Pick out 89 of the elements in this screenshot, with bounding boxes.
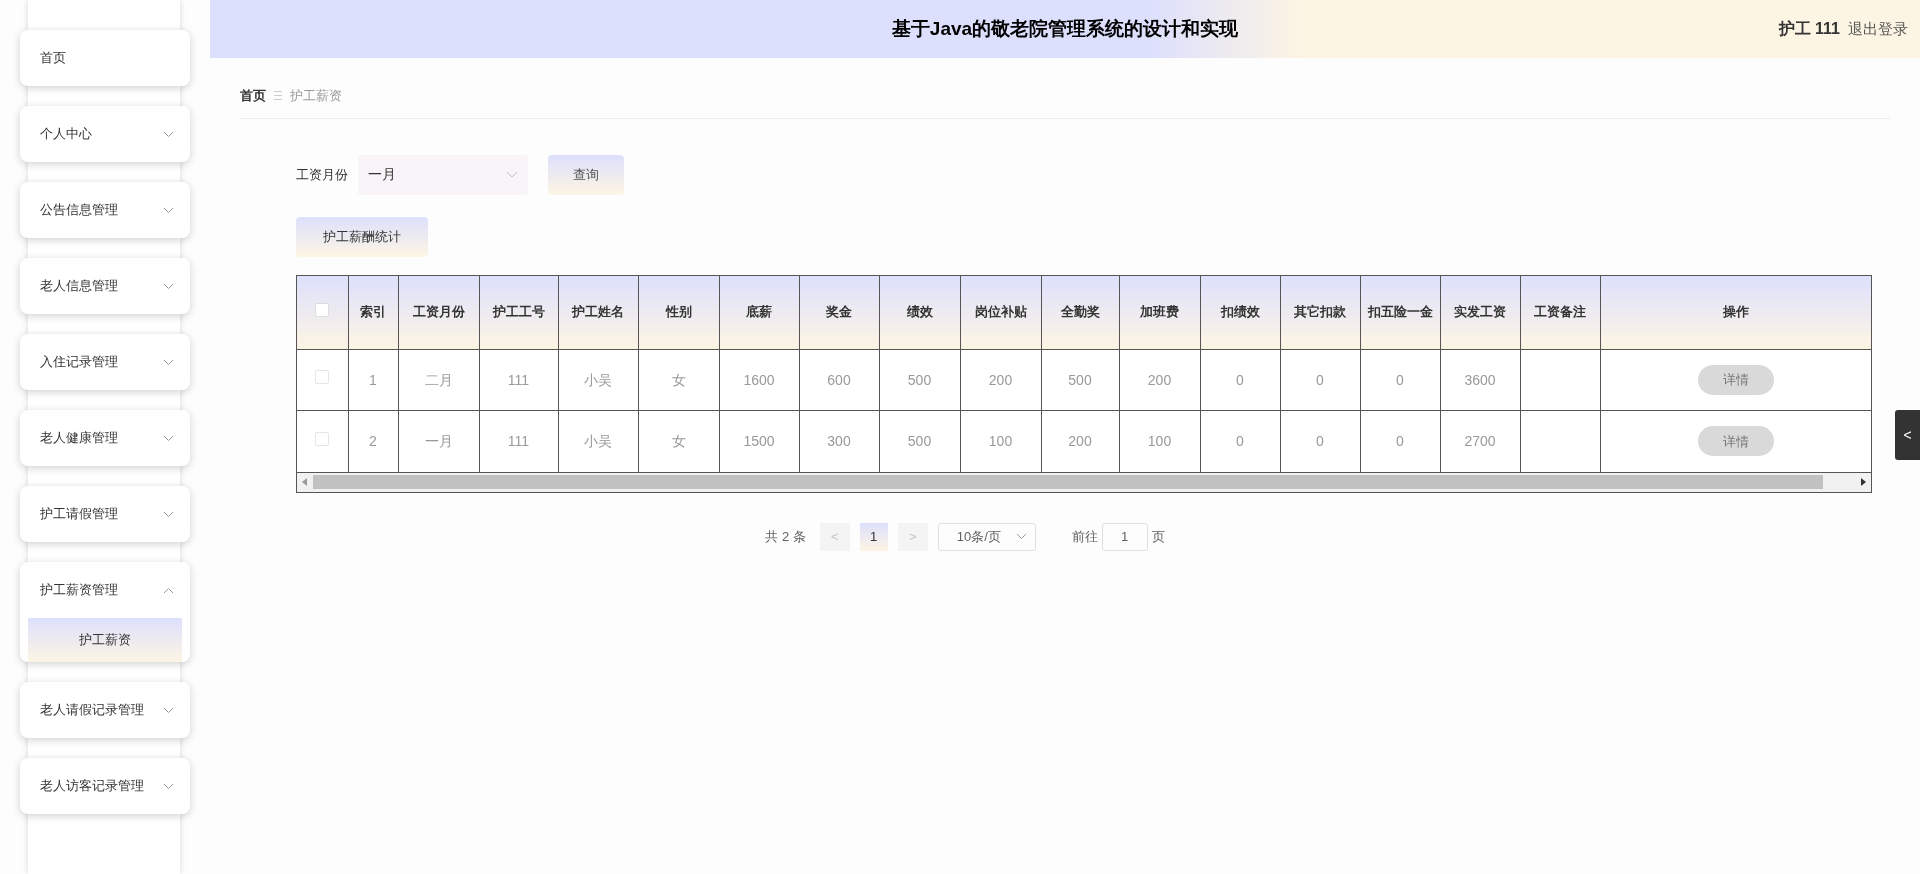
table-cell: 200 bbox=[1068, 432, 1092, 449]
goto-label: 前往 bbox=[1071, 527, 1098, 546]
chevron-down-icon bbox=[163, 782, 174, 790]
checkbox[interactable] bbox=[315, 370, 330, 385]
chevron-up-icon bbox=[163, 586, 174, 594]
chevron-down-icon bbox=[163, 510, 174, 518]
table-cell: 500 bbox=[907, 371, 932, 388]
column-header: 实发工资 bbox=[1440, 275, 1520, 350]
search-button[interactable]: 查询 bbox=[548, 154, 624, 195]
table-cell: 0 bbox=[1396, 371, 1404, 388]
menu-item[interactable]: 公告信息管理 bbox=[20, 182, 190, 238]
user-name: 护工 111 bbox=[1778, 19, 1840, 39]
table-cell: 1600 bbox=[743, 371, 775, 388]
month-select[interactable]: 一月 bbox=[358, 154, 528, 195]
table-cell: 小吴 bbox=[584, 371, 612, 388]
table-cell: 一月 bbox=[424, 432, 453, 449]
table-cell: 3600 bbox=[1464, 371, 1496, 388]
app-title: 基于Java的敬老院管理系统的设计和实现 bbox=[891, 16, 1239, 41]
statistics-button[interactable]: 护工薪酬统计 bbox=[296, 216, 428, 257]
chevron-down-icon bbox=[163, 358, 174, 366]
separator-icon bbox=[274, 91, 282, 101]
table-cell: 女 bbox=[671, 371, 686, 388]
table-cell: 女 bbox=[671, 432, 686, 449]
table-cell: 2 bbox=[369, 432, 377, 449]
table-cell: 100 bbox=[988, 432, 1013, 449]
table-cell: 111 bbox=[507, 432, 530, 449]
menu-item[interactable]: 老人健康管理 bbox=[20, 410, 190, 466]
table-cell: 300 bbox=[827, 432, 851, 449]
horizontal-scrollbar[interactable] bbox=[297, 471, 1871, 492]
table-cell: 200 bbox=[1147, 371, 1172, 388]
chevron-down-icon bbox=[506, 170, 518, 179]
table-cell: 200 bbox=[988, 371, 1013, 388]
page-button[interactable]: 1 bbox=[859, 522, 888, 551]
page-number-field[interactable]: 1 bbox=[1101, 522, 1148, 551]
menu-item[interactable]: 老人请假记录管理 bbox=[20, 682, 190, 738]
column-header: 扣绩效 bbox=[1200, 275, 1280, 350]
column-header: 护工工号 bbox=[479, 275, 558, 350]
total-count: 共 2 条 bbox=[765, 527, 806, 546]
chevron-down-icon bbox=[163, 282, 174, 290]
filter-label: 工资月份 bbox=[296, 165, 348, 184]
menu-item[interactable]: 入住记录管理 bbox=[20, 334, 190, 390]
column-header: 索引 bbox=[348, 275, 398, 350]
table-cell: 0 bbox=[1396, 432, 1404, 449]
column-header: 护工姓名 bbox=[558, 275, 638, 350]
column-header: 性别 bbox=[638, 275, 719, 350]
table-cell: 0 bbox=[1316, 432, 1324, 449]
table-cell: 2700 bbox=[1464, 432, 1496, 449]
table-cell: 0 bbox=[1236, 371, 1244, 388]
table-cell: 1 bbox=[369, 371, 377, 388]
menu-item[interactable]: 护工请假管理 bbox=[20, 486, 190, 542]
table-cell: 0 bbox=[1236, 432, 1244, 449]
column-header: 工资备注 bbox=[1520, 275, 1600, 350]
menu-item[interactable]: 个人中心 bbox=[20, 106, 190, 162]
menu-item[interactable]: 老人信息管理 bbox=[20, 258, 190, 314]
menu-item[interactable]: 护工薪资管理 bbox=[20, 562, 190, 618]
table-cell: 二月 bbox=[424, 371, 453, 388]
menu-item[interactable]: 老人访客记录管理 bbox=[20, 758, 190, 814]
column-header: 操作 bbox=[1600, 275, 1871, 350]
chevron-down-icon bbox=[163, 130, 174, 138]
table-cell: 1500 bbox=[743, 432, 775, 449]
table-cell: 111 bbox=[507, 371, 530, 388]
checkbox[interactable] bbox=[315, 431, 330, 446]
checkbox[interactable] bbox=[315, 302, 330, 317]
column-header: 其它扣款 bbox=[1280, 275, 1360, 350]
chevron-down-icon bbox=[163, 434, 174, 442]
column-header: 工资月份 bbox=[398, 275, 479, 350]
submenu-item[interactable]: 护工薪资 bbox=[28, 618, 182, 662]
chevron-down-icon bbox=[1015, 533, 1027, 540]
table-cell: 500 bbox=[907, 432, 932, 449]
breadcrumb-link[interactable]: 首页 bbox=[240, 86, 266, 106]
column-header: 加班费 bbox=[1119, 275, 1200, 350]
column-header: 扣五险一金 bbox=[1360, 275, 1440, 350]
menu-item[interactable]: 首页 bbox=[20, 30, 190, 86]
column-header: 全勤奖 bbox=[1041, 275, 1119, 350]
page-size-select[interactable]: 10条/页 bbox=[937, 522, 1036, 551]
column-header: 绩效 bbox=[879, 275, 960, 350]
table-cell: 0 bbox=[1316, 371, 1324, 388]
table-cell: 小吴 bbox=[584, 432, 612, 449]
logout-link[interactable]: 退出登录 bbox=[1848, 17, 1908, 41]
table-cell: 600 bbox=[827, 371, 851, 388]
column-header: 奖金 bbox=[799, 275, 879, 350]
collapse-tab[interactable]: < bbox=[1895, 410, 1920, 460]
column-header: 底薪 bbox=[719, 275, 799, 350]
table-cell: 500 bbox=[1068, 371, 1092, 388]
chevron-down-icon bbox=[163, 206, 174, 214]
column-header: 岗位补贴 bbox=[960, 275, 1041, 350]
chevron-down-icon bbox=[163, 706, 174, 714]
table-cell: 100 bbox=[1147, 432, 1172, 449]
goto-suffix: 页 bbox=[1151, 527, 1165, 546]
